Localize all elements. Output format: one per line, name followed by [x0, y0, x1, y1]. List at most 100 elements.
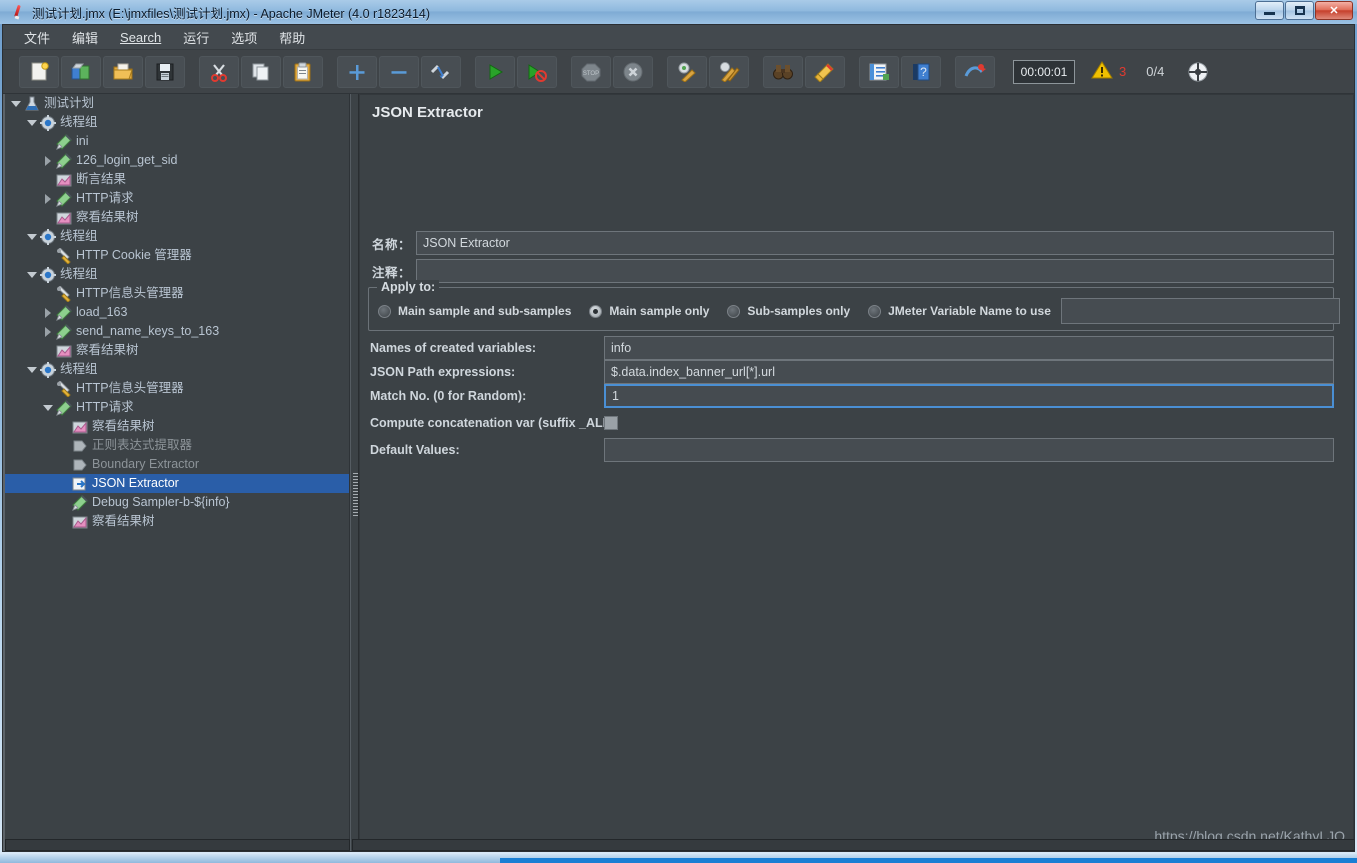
radio-sub-only-button[interactable]: [727, 304, 741, 318]
toolbar-expand-all[interactable]: [337, 55, 377, 88]
toolbar-shutdown[interactable]: [613, 55, 653, 88]
tree-node-6[interactable]: 察看结果树: [3, 208, 349, 227]
toolbar-start[interactable]: [475, 55, 515, 88]
menu-search[interactable]: Search: [109, 27, 172, 48]
name-input[interactable]: JSON Extractor: [416, 231, 1334, 255]
tree-node-2[interactable]: ini: [3, 132, 349, 151]
json-path-expressions-input[interactable]: $.data.index_banner_url[*].url: [604, 360, 1334, 384]
names-of-created-variables-input[interactable]: info: [604, 336, 1334, 360]
toolbar-function-helper[interactable]: [859, 55, 899, 88]
panel-splitter[interactable]: [350, 94, 359, 851]
compute-concatenation-checkbox[interactable]: [604, 416, 618, 430]
toolbar-search[interactable]: [763, 55, 803, 88]
tree-node-19[interactable]: Boundary Extractor: [3, 455, 349, 474]
toolbar: STOP ? 00:00:01 3 0/4: [3, 50, 1354, 94]
toolbar-paste[interactable]: [283, 55, 323, 88]
radio-jmeter-variable[interactable]: JMeter Variable Name to use: [868, 304, 1051, 318]
tree-node-11[interactable]: load_163: [3, 303, 349, 322]
tree-node-label: HTTP信息头管理器: [76, 286, 184, 300]
comment-input[interactable]: [416, 259, 1334, 283]
tree-node-10[interactable]: HTTP信息头管理器: [3, 284, 349, 303]
toolbar-undo[interactable]: [955, 55, 995, 88]
toolbar-stop[interactable]: STOP: [571, 55, 611, 88]
chevron-down-icon[interactable]: [41, 398, 55, 417]
tree-node-18[interactable]: 正则表达式提取器: [3, 436, 349, 455]
chevron-down-icon[interactable]: [9, 94, 23, 113]
chevron-down-icon[interactable]: [25, 265, 39, 284]
tree-toggle-spacer: [41, 246, 55, 265]
toolbar-remote[interactable]: [1178, 56, 1218, 88]
default-values-input[interactable]: [604, 438, 1334, 462]
clear-broom-icon: [676, 62, 698, 82]
radio-main-and-sub-button[interactable]: [378, 304, 391, 318]
tree-node-4[interactable]: 断言结果: [3, 170, 349, 189]
toolbar-toggle[interactable]: [421, 55, 461, 88]
radio-main-only[interactable]: Main sample only: [589, 304, 709, 318]
tree-node-17[interactable]: 察看结果树: [3, 417, 349, 436]
toolbar-copy[interactable]: [241, 55, 281, 88]
listener-icon: [55, 171, 72, 188]
radio-jmeter-variable-button[interactable]: [868, 304, 882, 318]
toolbar-new[interactable]: [19, 55, 59, 88]
bottom-scrollbars: [5, 838, 1354, 851]
tree-node-12[interactable]: send_name_keys_to_163: [3, 322, 349, 341]
toolbar-help[interactable]: ?: [901, 55, 941, 88]
tree-node-1[interactable]: 线程组: [3, 113, 349, 132]
toolbar-start-no-pauses[interactable]: [517, 55, 557, 88]
menu-edit[interactable]: 编辑: [61, 25, 109, 50]
panel-horizontal-scrollbar[interactable]: [352, 838, 1354, 851]
tree-node-3[interactable]: 126_login_get_sid: [3, 151, 349, 170]
maximize-button[interactable]: [1285, 1, 1314, 20]
menu-help[interactable]: 帮助: [268, 25, 316, 50]
radio-main-and-sub[interactable]: Main sample and sub-samples: [378, 304, 571, 318]
menu-search-label: Search: [120, 29, 162, 45]
tree-toggle-spacer: [57, 436, 71, 455]
toolbar-reset-search[interactable]: [805, 55, 845, 88]
warning-indicator[interactable]: 3: [1091, 60, 1126, 84]
tree-node-5[interactable]: HTTP请求: [3, 189, 349, 208]
toolbar-cut[interactable]: [199, 55, 239, 88]
chevron-right-icon[interactable]: [41, 303, 55, 322]
tree-node-15[interactable]: HTTP信息头管理器: [3, 379, 349, 398]
tree-node-16[interactable]: HTTP请求: [3, 398, 349, 417]
chevron-right-icon[interactable]: [41, 189, 55, 208]
tree-node-label: 线程组: [60, 229, 98, 243]
close-button[interactable]: ✕: [1315, 1, 1353, 20]
chevron-down-icon[interactable]: [25, 227, 39, 246]
menu-run[interactable]: 运行: [172, 25, 220, 50]
chevron-right-icon[interactable]: [41, 322, 55, 341]
tree-horizontal-scrollbar[interactable]: [5, 838, 350, 851]
menu-options[interactable]: 选项: [220, 25, 268, 50]
radio-main-and-sub-label: Main sample and sub-samples: [398, 304, 572, 318]
jmeter-variable-input[interactable]: [1060, 298, 1340, 324]
toolbar-templates[interactable]: [61, 55, 101, 88]
toolbar-clear-all[interactable]: [709, 55, 749, 88]
chevron-down-icon[interactable]: [25, 113, 39, 132]
tree-node-22[interactable]: 察看结果树: [3, 512, 349, 531]
toolbar-open[interactable]: [103, 55, 143, 88]
tree-node-0[interactable]: 测试计划: [3, 94, 349, 113]
minimize-button[interactable]: [1255, 1, 1284, 20]
toolbar-collapse-all[interactable]: [379, 55, 419, 88]
tree-node-label: Debug Sampler-b-${info}: [92, 495, 230, 509]
radio-main-only-button[interactable]: [589, 304, 603, 318]
splitter-grip[interactable]: [353, 473, 358, 517]
tree-node-13[interactable]: 察看结果树: [3, 341, 349, 360]
tree-node-14[interactable]: 线程组: [3, 360, 349, 379]
tree-node-7[interactable]: 线程组: [3, 227, 349, 246]
toolbar-clear[interactable]: [667, 55, 707, 88]
match-no-input[interactable]: 1: [604, 384, 1334, 408]
tree-node-9[interactable]: 线程组: [3, 265, 349, 284]
sampler-icon: [55, 399, 72, 416]
menu-file[interactable]: 文件: [13, 25, 61, 50]
radio-sub-only[interactable]: Sub-samples only: [727, 304, 850, 318]
tree-toggle-spacer: [41, 170, 55, 189]
chevron-down-icon[interactable]: [25, 360, 39, 379]
tree-node-20[interactable]: JSON Extractor: [3, 474, 349, 493]
test-plan-tree[interactable]: 测试计划 线程组 ini 126_login_get_sid 断言结果 HTTP请求 察看结…: [3, 94, 350, 851]
sampler-icon: [55, 323, 72, 340]
chevron-right-icon[interactable]: [41, 151, 55, 170]
tree-node-8[interactable]: HTTP Cookie 管理器: [3, 246, 349, 265]
toolbar-save[interactable]: [145, 55, 185, 88]
tree-node-21[interactable]: Debug Sampler-b-${info}: [3, 493, 349, 512]
